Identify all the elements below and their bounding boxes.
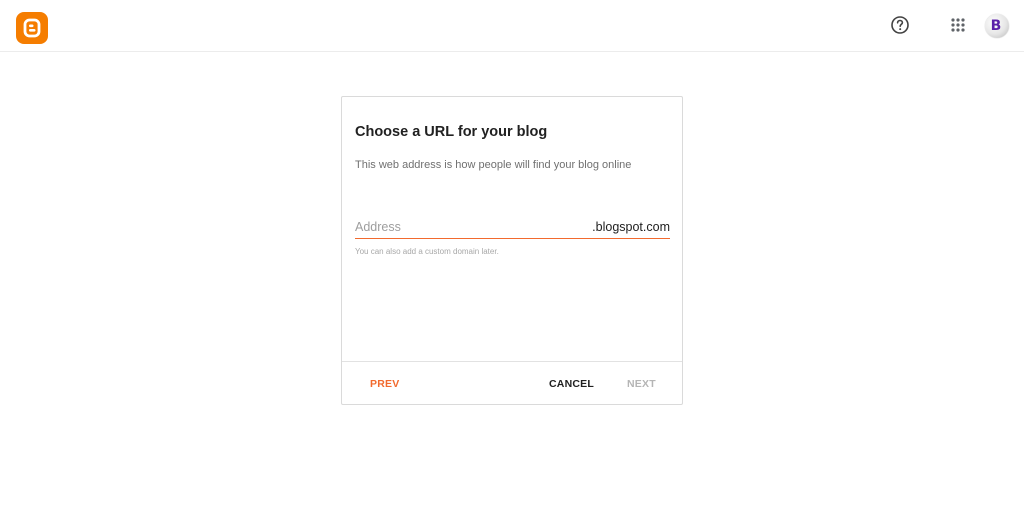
blogger-logo-icon[interactable] xyxy=(16,12,48,44)
account-avatar[interactable]: B xyxy=(985,14,1009,38)
choose-url-dialog: Choose a URL for your blog This web addr… xyxy=(341,96,683,405)
dialog-description: This web address is how people will find… xyxy=(355,159,632,171)
top-app-bar: B xyxy=(0,0,1024,52)
address-field: .blogspot.com xyxy=(355,215,670,239)
dialog-title: Choose a URL for your blog xyxy=(355,124,548,140)
cancel-button[interactable]: CANCEL xyxy=(549,378,594,390)
apps-grid-icon xyxy=(951,18,965,32)
help-circle-icon xyxy=(891,16,909,34)
dialog-footer: PREV CANCEL NEXT xyxy=(342,361,682,405)
avatar-letter: B xyxy=(990,17,1002,34)
apps-button[interactable] xyxy=(948,15,968,35)
help-button[interactable] xyxy=(889,14,911,36)
next-button[interactable]: NEXT xyxy=(627,378,656,390)
address-input[interactable] xyxy=(355,218,583,236)
domain-suffix: .blogspot.com xyxy=(592,220,670,234)
prev-button[interactable]: PREV xyxy=(370,378,399,390)
address-hint: You can also add a custom domain later. xyxy=(355,247,499,256)
